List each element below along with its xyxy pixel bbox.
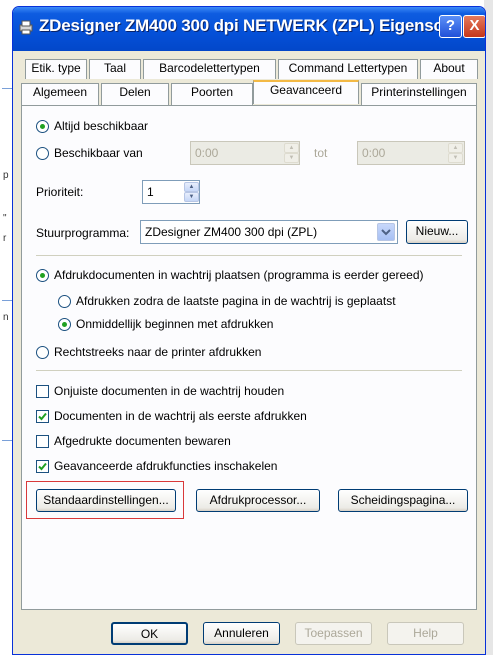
print-direct-radio[interactable]: [36, 346, 49, 359]
advanced-features-checkbox[interactable]: [36, 460, 49, 473]
advanced-tab-panel: Altijd beschikbaar Beschikbaar van 0:00 …: [21, 105, 477, 610]
driver-label: Stuurprogramma:: [36, 226, 130, 240]
help-title-button[interactable]: ?: [439, 15, 462, 38]
separator-page-button[interactable]: Scheidingspagina...: [338, 489, 468, 512]
tab-about[interactable]: About: [420, 59, 478, 79]
chevron-down-icon[interactable]: [377, 223, 395, 241]
print-spooled-first-checkbox[interactable]: [36, 410, 49, 423]
printer-properties-dialog: ZDesigner ZM400 300 dpi NETWERK (ZPL) Ei…: [12, 6, 486, 655]
background-fragment: n: [3, 312, 9, 323]
print-spooled-first-label: Documenten in de wachtrij als eerste afd…: [54, 409, 307, 423]
from-time-spinner[interactable]: ▲ ▼: [284, 143, 299, 163]
to-time-spinner[interactable]: ▲ ▼: [448, 143, 463, 163]
printing-defaults-button[interactable]: Standaardinstellingen...: [36, 489, 176, 512]
background-fragment: ": [3, 213, 7, 224]
always-available-label: Altijd beschikbaar: [54, 119, 149, 133]
available-from-label: Beschikbaar van: [54, 146, 143, 160]
tab-geavanceerd[interactable]: Geavanceerd: [253, 80, 359, 104]
background-fragment: r: [3, 233, 7, 244]
checkmark-icon: [38, 462, 47, 471]
ok-button[interactable]: OK: [111, 622, 188, 645]
priority-spinner[interactable]: ▲ ▼: [184, 182, 199, 202]
tab-taal[interactable]: Taal: [89, 59, 141, 79]
keep-printed-checkbox[interactable]: [36, 435, 49, 448]
print-after-last-page-label: Afdrukken zodra de laatste pagina in de …: [76, 294, 396, 308]
cancel-button[interactable]: Annuleren: [203, 622, 280, 645]
spool-radio[interactable]: [36, 269, 49, 282]
tab-delen[interactable]: Delen: [101, 83, 169, 105]
help-button[interactable]: Help: [387, 622, 464, 645]
print-after-last-page-radio[interactable]: [58, 295, 71, 308]
separator: [36, 255, 462, 256]
printer-icon: [19, 20, 33, 35]
hold-mismatched-label: Onjuiste documenten in de wachtrij houde…: [54, 384, 285, 398]
tab-poorten[interactable]: Poorten: [171, 83, 253, 105]
background-fragment: p: [3, 170, 9, 181]
separator: [36, 370, 462, 371]
priority-label: Prioriteit:: [36, 185, 84, 199]
tab-printerinstellingen[interactable]: Printerinstellingen: [361, 83, 477, 105]
new-driver-button[interactable]: Nieuw...: [406, 220, 468, 244]
to-label: tot: [314, 146, 328, 160]
checkmark-icon: [38, 412, 47, 421]
background-divider: [2, 440, 12, 441]
print-immediately-radio[interactable]: [58, 318, 71, 331]
always-available-radio[interactable]: [36, 120, 49, 133]
close-button[interactable]: X: [463, 15, 485, 38]
tab-command-lettertypen[interactable]: Command Lettertypen: [278, 59, 418, 79]
apply-button[interactable]: Toepassen: [295, 622, 372, 645]
tab-etik-type[interactable]: Etik. type: [25, 59, 87, 79]
tab-barcodelettertypen[interactable]: Barcodelettertypen: [143, 59, 276, 79]
spool-label: Afdrukdocumenten in wachtrij plaatsen (p…: [54, 268, 424, 282]
keep-printed-label: Afgedrukte documenten bewaren: [54, 434, 231, 448]
hold-mismatched-checkbox[interactable]: [36, 385, 49, 398]
background-divider: [2, 88, 12, 89]
advanced-features-label: Geavanceerde afdrukfuncties inschakelen: [54, 459, 278, 473]
title-bar[interactable]: ZDesigner ZM400 300 dpi NETWERK (ZPL) Ei…: [13, 7, 485, 51]
background-divider: [2, 300, 12, 301]
print-processor-button[interactable]: Afdrukprocessor...: [196, 489, 320, 512]
tab-algemeen[interactable]: Algemeen: [21, 83, 99, 105]
print-direct-label: Rechtstreeks naar de printer afdrukken: [54, 345, 262, 359]
driver-select[interactable]: ZDesigner ZM400 300 dpi (ZPL): [140, 220, 398, 244]
available-from-radio[interactable]: [36, 147, 49, 160]
print-immediately-label: Onmiddellijk beginnen met afdrukken: [76, 317, 274, 331]
window-title: ZDesigner ZM400 300 dpi NETWERK (ZPL) Ei…: [39, 16, 467, 35]
